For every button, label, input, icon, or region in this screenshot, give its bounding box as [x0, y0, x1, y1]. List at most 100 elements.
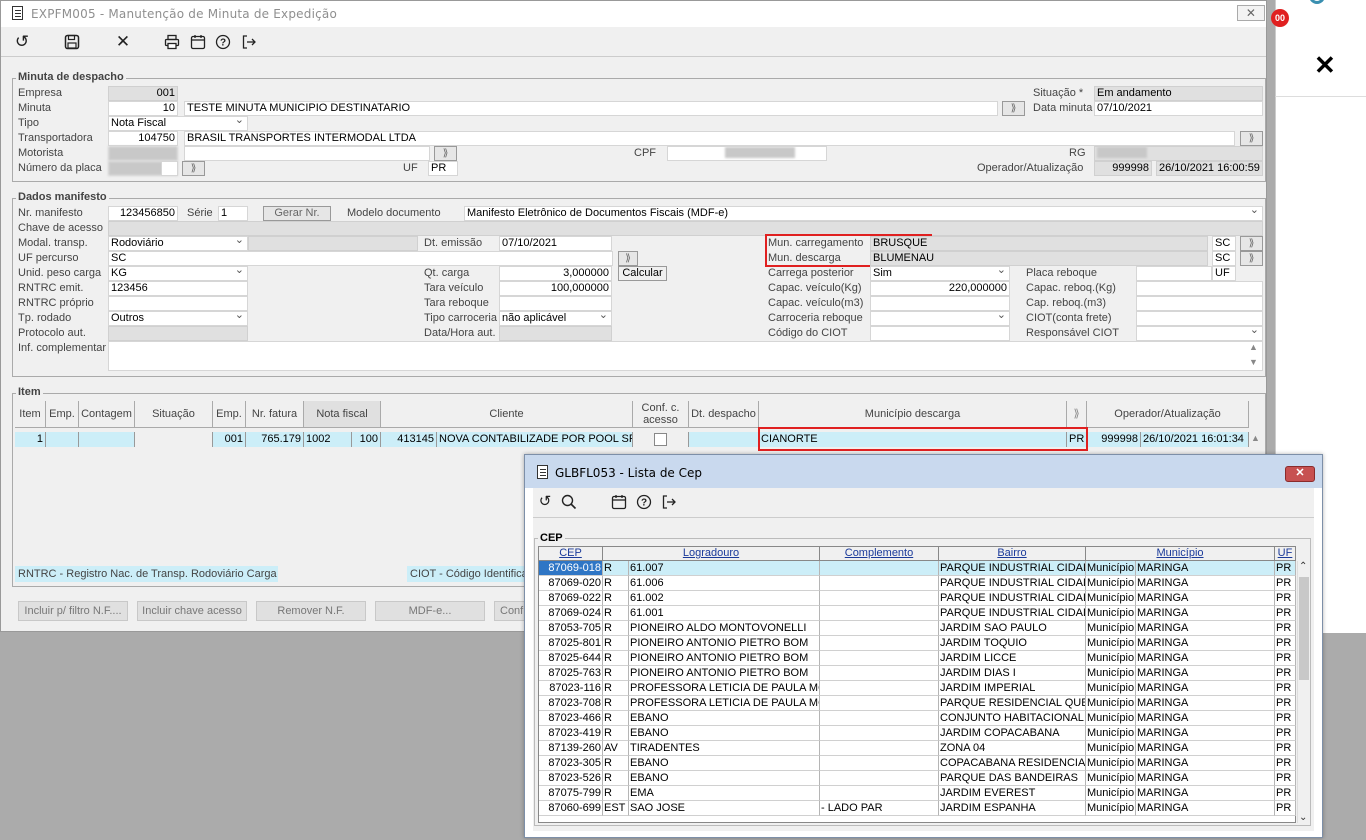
table-row[interactable]: 87060-699 EST SAO JOSE - LADO PAR JARDIM ESP…	[539, 801, 1296, 816]
col-municipio[interactable]: Município descarga	[759, 401, 1067, 428]
exit-icon[interactable]	[237, 29, 261, 55]
table-row[interactable]: 87069-020 R 61.006 PARQUE INDUSTRIAL CIDADE…	[539, 576, 1296, 591]
tipo-select[interactable]: Nota Fiscal	[108, 116, 248, 131]
minuta-field[interactable]: 10	[108, 101, 178, 116]
data-minuta-field[interactable]: 07/10/2021	[1094, 101, 1263, 116]
save-icon[interactable]	[60, 29, 84, 55]
table-row[interactable]: 87139-260 AV TIRADENTES ZONA 04 Município MAR…	[539, 741, 1296, 756]
capac-m3-field[interactable]	[870, 296, 1010, 311]
mun-descarga-button[interactable]: ⟫	[1240, 251, 1263, 266]
col-cliente[interactable]: Cliente	[381, 401, 633, 428]
incluir-chave-button[interactable]: Incluir chave acesso	[137, 601, 247, 621]
qtcarga-field[interactable]: 3,000000	[499, 266, 612, 281]
cep-undo-icon[interactable]: ↺	[533, 489, 557, 515]
minuta-search-button[interactable]: ⟫	[1002, 101, 1025, 116]
calcular-button[interactable]: Calcular	[618, 266, 667, 281]
col-cep[interactable]: CEP	[539, 547, 603, 561]
col-dt-despacho[interactable]: Dt. despacho	[689, 401, 759, 428]
calendar-icon[interactable]	[186, 29, 210, 55]
table-row[interactable]: 87075-799 R EMA JARDIM EVEREST Município MARI…	[539, 786, 1296, 801]
mun-carregamento-field[interactable]: BRUSQUE	[870, 236, 1208, 251]
placa-extra-field[interactable]	[161, 161, 178, 176]
cep-scroll-down-icon[interactable]: ⌄	[1299, 812, 1307, 823]
modelo-select[interactable]: Manifesto Eletrônico de Documentos Fisca…	[464, 206, 1263, 221]
col-contagem[interactable]: Contagem	[79, 401, 135, 428]
cep-scrollbar[interactable]: ⌃ ⌄	[1297, 561, 1310, 823]
uf-percurso-button[interactable]: ⟫	[618, 251, 638, 266]
close-icon[interactable]: ✕	[1314, 50, 1336, 80]
col-situacao[interactable]: Situação	[135, 401, 213, 428]
cancel-icon[interactable]: ✕	[111, 29, 135, 55]
codigo-ciot-field[interactable]	[870, 326, 1010, 341]
table-row[interactable]: 87069-018 R 61.007 PARQUE INDUSTRIAL CIDADE…	[539, 561, 1296, 577]
cep-scroll-up-icon[interactable]: ⌃	[1299, 561, 1307, 572]
table-row[interactable]: 87023-419 R EBANO JARDIM COPACABANA Municípi…	[539, 726, 1296, 741]
col-complemento[interactable]: Complemento	[820, 547, 939, 561]
motorista-code-field[interactable]	[108, 146, 178, 161]
capac-reboq-kg-field[interactable]	[1136, 281, 1263, 296]
mun-descarga-field[interactable]: BLUMENAU	[870, 251, 1208, 266]
col-uf-cep[interactable]: UF	[1275, 547, 1296, 561]
transportadora-name-field[interactable]: BRASIL TRANSPORTES INTERMODAL LTDA	[184, 131, 1235, 146]
cep-help-icon[interactable]: ?	[632, 489, 656, 515]
table-row[interactable]: 87025-801 R PIONEIRO ANTONIO PIETRO BOM JAR…	[539, 636, 1296, 651]
motorista-search-button[interactable]: ⟫	[434, 146, 457, 161]
table-row[interactable]: 87069-022 R 61.002 PARQUE INDUSTRIAL CIDADE…	[539, 591, 1296, 606]
conf-acesso-checkbox[interactable]	[654, 433, 667, 446]
cep-scroll-thumb[interactable]	[1299, 577, 1309, 680]
transportadora-search-button[interactable]: ⟫	[1240, 131, 1263, 146]
gerar-nr-button[interactable]: Gerar Nr.	[263, 206, 331, 221]
remover-nf-button[interactable]: Remover N.F.	[256, 601, 366, 621]
carroceria-reboque-select[interactable]	[870, 311, 1010, 326]
modal-select[interactable]: Rodoviário	[108, 236, 248, 251]
close-button[interactable]: ✕	[1237, 5, 1265, 21]
carrega-posterior-select[interactable]: Sim	[870, 266, 1010, 281]
table-row[interactable]: 87023-708 R PROFESSORA LETICIA DE PAULA MO…	[539, 696, 1296, 711]
scroll-up-icon[interactable]: ▲	[1249, 342, 1258, 352]
tara-reboque-field[interactable]	[499, 296, 612, 311]
rodado-select[interactable]: Outros	[108, 311, 248, 326]
col-logradouro[interactable]: Logradouro	[603, 547, 820, 561]
transportadora-code-field[interactable]: 104750	[108, 131, 178, 146]
tipo-carroceria-select[interactable]: não aplicável	[499, 311, 612, 326]
cep-calendar-icon[interactable]	[607, 489, 631, 515]
tara-veiculo-field[interactable]: 100,000000	[499, 281, 612, 296]
col-emp2[interactable]: Emp.	[213, 401, 246, 428]
col-filter-icon[interactable]: ⟫	[1067, 401, 1087, 428]
ciot-frete-field[interactable]	[1136, 311, 1263, 326]
table-row[interactable]: 87023-466 R EBANO CONJUNTO HABITACIONAL H Mu…	[539, 711, 1296, 726]
table-row[interactable]: 87025-763 R PIONEIRO ANTONIO PIETRO BOM JAR…	[539, 666, 1296, 681]
col-bairro[interactable]: Bairro	[939, 547, 1086, 561]
col-emp[interactable]: Emp.	[46, 401, 79, 428]
cep-search-icon[interactable]	[557, 489, 581, 515]
unid-select[interactable]: KG	[108, 266, 248, 281]
capac-kg-field[interactable]: 220,000000	[870, 281, 1010, 296]
mun-carregamento-button[interactable]: ⟫	[1240, 236, 1263, 251]
serie-field[interactable]: 1	[218, 206, 248, 221]
cap-reboq-m3-field[interactable]	[1136, 296, 1263, 311]
table-row[interactable]: 87023-526 R EBANO PARQUE DAS BANDEIRAS Munic…	[539, 771, 1296, 786]
print-icon[interactable]	[160, 29, 184, 55]
grid-scroll-up-icon[interactable]: ▲	[1251, 433, 1260, 443]
cpf-field[interactable]	[667, 146, 827, 161]
cep-exit-icon[interactable]	[657, 489, 681, 515]
nr-manifesto-field[interactable]: 123456850	[108, 206, 178, 221]
col-nr-fatura[interactable]: Nr. fatura	[246, 401, 304, 428]
col-item[interactable]: Item	[15, 401, 46, 428]
table-row[interactable]: 87023-305 R EBANO COPACABANA RESIDENCIAL Mun…	[539, 756, 1296, 771]
rntrc-emit-field[interactable]: 123456	[108, 281, 248, 296]
col-nota-fiscal[interactable]: Nota fiscal	[304, 401, 381, 428]
rntrc-proprio-field[interactable]	[108, 296, 248, 311]
table-row[interactable]: 87025-644 R PIONEIRO ANTONIO PIETRO BOM JAR…	[539, 651, 1296, 666]
col-operador[interactable]: Operador/Atualização	[1087, 401, 1249, 428]
empresa-field[interactable]: 001	[108, 86, 178, 101]
cep-close-button[interactable]: ✕	[1285, 466, 1315, 482]
incluir-filtro-button[interactable]: Incluir p/ filtro N.F....	[18, 601, 128, 621]
table-row[interactable]: 87023-116 R PROFESSORA LETICIA DE PAULA MO…	[539, 681, 1296, 696]
col-conf-acesso[interactable]: Conf. c. acesso	[633, 401, 689, 428]
undo-icon[interactable]: ↺	[10, 29, 34, 55]
mdfe-button[interactable]: MDF-e...	[375, 601, 485, 621]
rg-field[interactable]	[1094, 146, 1263, 161]
uf-field[interactable]: PR	[428, 161, 458, 176]
table-row[interactable]: 87069-024 R 61.001 PARQUE INDUSTRIAL CIDADE…	[539, 606, 1296, 621]
